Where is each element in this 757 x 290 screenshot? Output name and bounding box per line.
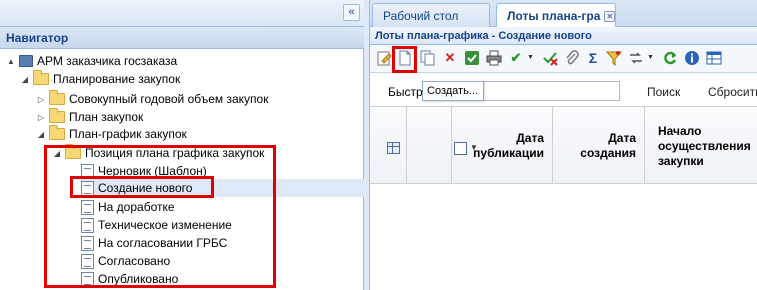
filter-icon[interactable] [605,50,623,67]
collapsed-toggle-icon[interactable]: ▷ [36,113,46,122]
select-all-cell[interactable]: ▼ [407,107,478,184]
folder-icon [49,90,65,105]
tab-desktop[interactable]: Рабочий стол [372,3,490,27]
close-icon[interactable]: ✕ [604,11,616,22]
column-creation-date[interactable]: Дата создания [553,107,645,184]
delete-icon[interactable]: ✕ [442,50,458,66]
tab-label: Рабочий стол [383,9,459,23]
columns-icon[interactable] [387,142,400,154]
tree-node-label: АРМ заказчика госзаказа [37,54,178,68]
tab-schedule-lots[interactable]: Лоты плана-гра ✕ [496,3,616,27]
tree-node-procurement-plan[interactable]: ▷ План закупок [36,108,143,126]
collapse-navigator-button[interactable]: « [343,4,360,21]
sum-icon[interactable]: Σ [585,50,601,66]
navigator-topbar: « [0,0,364,27]
highlight-create-new [70,176,214,198]
column-header-label: Дата публикации [473,131,544,160]
column-header-label: Дата создания [580,131,636,160]
tree-node-label: План-график закупок [69,127,187,141]
folder-icon [33,70,49,85]
refresh-icon[interactable] [662,50,678,66]
highlight-status-group [44,145,276,288]
reset-button[interactable]: Сбросить [708,85,757,99]
expanded-toggle-icon[interactable]: ◢ [36,130,46,139]
expanded-toggle-icon[interactable]: ▲ [6,57,16,66]
tab-bar: Рабочий стол Лоты плана-гра ✕ [370,0,757,27]
approve-dropdown-icon[interactable]: ▼ [527,54,534,61]
reject-icon[interactable] [542,50,558,66]
tree-node-planning[interactable]: ◢ Планирование закупок [20,70,180,88]
workstation-icon [19,55,33,67]
print-icon[interactable] [486,50,502,66]
attach-icon[interactable] [564,50,580,66]
data-grid: ▼ Дата публикации Дата создания Начало о… [370,107,757,290]
search-input[interactable] [478,81,620,101]
grid-header: ▼ Дата публикации Дата создания Начало о… [370,107,757,184]
folder-icon [49,108,65,123]
column-publication-date[interactable]: Дата публикации [452,107,553,184]
workflow-dropdown-icon[interactable]: ▼ [647,54,654,61]
quick-search-label: Быстр [388,85,423,99]
workflow-icon[interactable] [628,50,644,66]
tree-node-label: Планирование закупок [53,72,181,86]
copy-icon[interactable] [420,50,436,66]
navigator-panel: « Навигатор ▲ АРМ заказчика госзаказа ◢ … [0,0,364,290]
table-settings-icon[interactable] [706,50,722,66]
column-header-label: Начало осуществления закупки [658,124,751,168]
tree-node-total-volume[interactable]: ▷ Совокупный годовой объем закупок [36,90,268,108]
search-button[interactable]: Поиск [647,85,680,99]
tree-node-label: План закупок [69,110,144,124]
highlight-create-button [392,46,417,73]
panel-title: Лоты плана-графика - Создание нового [370,27,757,45]
save-icon[interactable] [464,50,480,66]
info-icon[interactable] [684,50,700,66]
edit-icon[interactable] [376,50,392,66]
approve-icon[interactable]: ✔ [508,50,524,66]
collapsed-toggle-icon[interactable]: ▷ [36,95,46,104]
tree-node-label: Совокупный годовой объем закупок [69,92,269,106]
navigator-title: Навигатор [0,27,364,49]
create-tooltip: Создать... [422,81,484,101]
column-procurement-start[interactable]: Начало осуществления закупки [645,107,757,184]
folder-icon [49,125,65,140]
column-chooser-cell[interactable] [370,107,407,184]
expanded-toggle-icon[interactable]: ◢ [20,75,30,84]
content-panel: Рабочий стол Лоты плана-гра ✕ Лоты плана-… [369,0,757,290]
toolbar: ✕ ✔ ▼ Σ ▼ [370,45,757,73]
tree-node-schedule-plan[interactable]: ◢ План-график закупок [36,125,187,143]
tree-node-apm[interactable]: ▲ АРМ заказчика госзаказа [6,52,177,70]
tab-label: Лоты плана-гра [507,9,601,23]
